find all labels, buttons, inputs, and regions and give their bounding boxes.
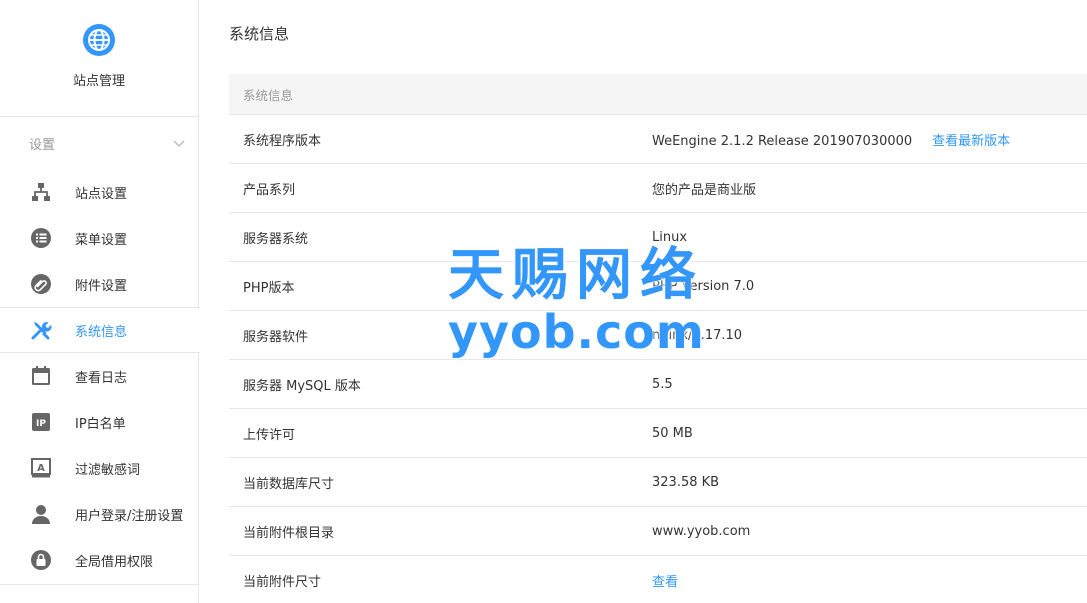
row-value: Linux [652,229,688,245]
table-row: 当前附件根目录 www.yyob.com [229,507,1087,556]
sidebar-item-site-settings[interactable]: 站点设置 [0,169,198,215]
sidebar-item-label: 过滤敏感词 [75,462,141,478]
row-key: 当前附件根目录 [243,525,335,541]
table-row: 系统程序版本 WeEngine 2.1.2 Release 2019070300… [229,115,1087,164]
sidebar-item-label: 附件设置 [75,278,128,294]
list-icon [30,227,52,249]
row-key: 上传许可 [243,427,296,443]
system-info-table: 系统信息 系统程序版本 WeEngine 2.1.2 Release 20190… [229,74,1087,603]
sidebar-item-system-info[interactable]: 系统信息 [0,307,200,353]
tools-icon [30,319,52,341]
check-latest-version-link[interactable]: 查看最新版本 [932,134,1010,149]
table-row: 服务器软件 nginx/1.17.10 [229,311,1087,360]
sidebar-item-label: 菜单设置 [75,232,128,248]
sidebar-item-label: 站点设置 [75,186,128,202]
table-row: 当前附件尺寸 查看 [229,556,1087,603]
row-key: 当前数据库尺寸 [243,476,335,492]
row-key: 系统程序版本 [243,133,322,149]
divider [0,584,199,585]
calendar-icon [30,365,52,387]
table-row: 产品系列 您的产品是商业版 [229,164,1087,213]
version-value: WeEngine 2.1.2 Release 201907030000 [652,133,913,149]
row-value: WeEngine 2.1.2 Release 201907030000 查看最新版… [652,130,1010,149]
sidebar-item-label: IP白名单 [75,416,126,432]
row-value: www.yyob.com [652,523,751,539]
row-value: nginx/1.17.10 [652,327,743,343]
row-value: 您的产品是商业版 [652,182,757,198]
sidebar-item-menu-settings[interactable]: 菜单设置 [0,215,198,261]
site-header: 站点管理 [0,0,198,117]
view-attachment-size-link[interactable]: 查看 [652,571,678,590]
svg-text:A: A [37,463,45,474]
table-row: 服务器系统 Linux [229,213,1087,262]
table-row: PHP版本 PHP Version 7.0 [229,262,1087,311]
sidebar-item-label: 系统信息 [75,324,128,340]
table-row: 上传许可 50 MB [229,409,1087,458]
sitemap-icon [30,181,52,203]
site-title: 站点管理 [72,74,125,89]
main-content: 系统信息 系统信息 系统程序版本 WeEngine 2.1.2 Release … [229,0,1087,603]
page-title: 系统信息 [229,25,290,43]
sidebar-item-ip-whitelist[interactable]: IP IP白名单 [0,399,198,445]
section-label: 设置 [29,137,56,153]
sidebar-item-view-logs[interactable]: 查看日志 [0,353,198,399]
table-header: 系统信息 [229,74,1087,115]
sidebar-item-label: 查看日志 [75,370,128,386]
settings-section-toggle[interactable]: 设置 [0,117,198,169]
row-value: 323.58 KB [652,474,720,490]
sidebar-item-global-borrow-permission[interactable]: 全局借用权限 [0,537,198,583]
ip-icon: IP [30,411,52,433]
sidebar-item-attachment-settings[interactable]: 附件设置 [0,261,198,307]
sidebar-item-filter-words[interactable]: A 过滤敏感词 [0,445,198,491]
row-key: 产品系列 [243,182,296,198]
globe-icon[interactable] [82,23,116,57]
table-row: 服务器 MySQL 版本 5.5 [229,360,1087,409]
sidebar-item-label: 用户登录/注册设置 [75,508,184,524]
row-key: PHP版本 [243,280,295,296]
paperclip-icon [30,273,52,295]
svg-text:IP: IP [36,419,46,429]
row-key: 服务器 MySQL 版本 [243,378,361,394]
sidebar-item-login-register-settings[interactable]: 用户登录/注册设置 [0,491,198,537]
user-icon [30,503,52,525]
row-value: 5.5 [652,376,673,392]
sidebar: 站点管理 设置 站点设置 菜单设置 附件设置 系统信息 查看日志 IP IP白名… [0,0,200,603]
row-key: 服务器系统 [243,231,309,247]
sidebar-item-label: 全局借用权限 [75,554,154,570]
row-value: 50 MB [652,425,693,441]
text-filter-icon: A [30,457,52,479]
row-value: PHP Version 7.0 [652,278,755,294]
row-key: 服务器软件 [243,329,309,345]
table-row: 当前数据库尺寸 323.58 KB [229,458,1087,507]
row-key: 当前附件尺寸 [243,574,322,590]
chevron-down-icon [173,140,185,147]
lock-icon [30,549,52,571]
